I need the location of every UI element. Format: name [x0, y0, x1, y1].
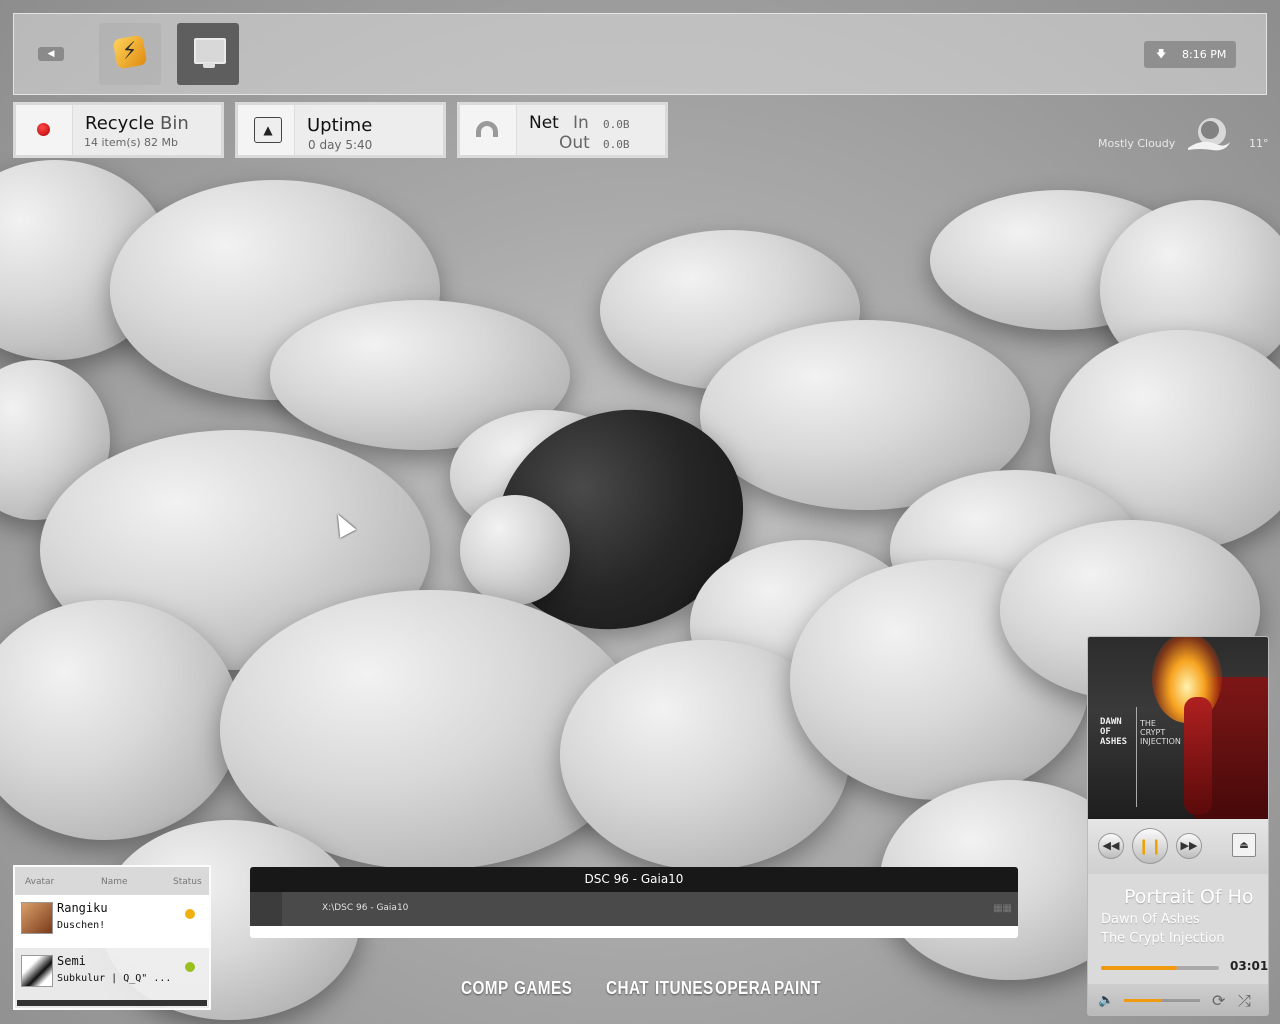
progress-bar[interactable] [1101, 966, 1219, 970]
clock-time: 8:16 PM [1182, 48, 1227, 61]
name-column-header: Name [101, 877, 128, 887]
player-controls: ◀◀ ❙❙ ▶▶ ⏏ [1088, 819, 1268, 874]
contact-name: Rangiku [57, 901, 108, 915]
album-art-band-text: DAWN OF ASHES [1100, 717, 1128, 747]
track-info: Portrait Of Ho Dawn Of Ashes The Crypt I… [1088, 874, 1268, 984]
uptime-side-panel: ▲ [238, 105, 295, 155]
shuffle-icon[interactable]: ⤮ [1238, 991, 1251, 1011]
player-bottom-bar: 🔈 ⟳ ⤮ [1088, 984, 1268, 1015]
artist-name: Dawn Of Ashes [1101, 912, 1200, 927]
my-computer-launcher[interactable] [177, 23, 239, 85]
recycle-size: 82 Mb [144, 136, 178, 149]
network-widget: Net In Out 0.0B 0.0B [457, 102, 668, 158]
volume-slider[interactable] [1124, 999, 1200, 1002]
explorer-title[interactable]: DSC 96 - Gaia10 [250, 867, 1018, 892]
monitor-stand-icon [203, 63, 215, 68]
recycle-bin-widget[interactable]: Recycle Bin 14 item(s) 82 Mb [13, 102, 224, 158]
elapsed-time: 03:01 [1230, 959, 1269, 973]
album-title: The Crypt Injection [1101, 931, 1225, 946]
top-dock: ◀ ⚡ 🡇 8:16 PM [13, 13, 1267, 95]
next-track-button[interactable]: ▶▶ [1176, 833, 1202, 859]
winamp-launcher[interactable]: ⚡ [99, 23, 161, 85]
launch-opera[interactable]: OPERA [715, 978, 772, 999]
previous-track-button[interactable]: ◀◀ [1098, 833, 1124, 859]
progress-fill [1101, 966, 1177, 970]
contact-message: Duschen! [57, 920, 106, 931]
launch-games[interactable]: GAMES [514, 978, 572, 999]
explorer-body: X:\DSC 96 - Gaia10 ▦▦ [250, 892, 1018, 926]
uptime-title: Uptime [307, 115, 373, 136]
contacts-header: Avatar Name Status [15, 867, 209, 895]
song-title: Portrait Of Ho [1124, 886, 1254, 908]
back-arrow-button[interactable]: ◀ [38, 47, 64, 61]
pause-button[interactable]: ❙❙ [1132, 828, 1168, 864]
bin-title-word: Bin [160, 113, 189, 134]
explorer-path[interactable]: X:\DSC 96 - Gaia10 [322, 903, 408, 913]
album-art-title-text: THE CRYPT INJECTION [1140, 719, 1181, 746]
record-dot-icon [37, 123, 50, 136]
status-indicator [185, 962, 195, 972]
net-out-value: 0.0B [603, 138, 630, 151]
uptime-widget: ▲ Uptime 0 day 5:40 [235, 102, 446, 158]
monitor-icon [194, 38, 226, 64]
download-arrow-icon: 🡇 [1156, 49, 1167, 60]
net-out-label: Out [559, 133, 590, 153]
clock-button[interactable]: 🡇 8:16 PM [1144, 41, 1236, 68]
cloudy-weather-icon [1188, 118, 1230, 151]
avatar [21, 902, 53, 934]
recycle-bin-title: Recycle Bin [85, 113, 189, 134]
contact-message: Subkulur | Q_Q" ... [57, 973, 172, 984]
contacts-widget: Avatar Name Status Rangiku Duschen! Semi… [13, 865, 211, 1010]
net-side-panel [460, 105, 517, 155]
status-column-header: Status [173, 877, 202, 887]
launch-comp[interactable]: COMP [461, 978, 509, 999]
net-in-label: In [573, 113, 589, 133]
launch-itunes[interactable]: ITUNES [655, 978, 714, 999]
avatar [21, 955, 53, 987]
launch-paint[interactable]: PAINT [774, 978, 821, 999]
recycle-item-count: 14 item(s) [84, 136, 141, 149]
repeat-icon[interactable]: ⟳ [1212, 991, 1225, 1010]
contacts-scrollbar[interactable] [17, 1000, 207, 1006]
grip-icon[interactable]: ▦▦ [993, 903, 1012, 914]
explorer-footer [250, 926, 1018, 938]
recycle-side-panel [16, 105, 73, 155]
explorer-window: DSC 96 - Gaia10 X:\DSC 96 - Gaia10 ▦▦ [250, 867, 1018, 938]
explorer-nav-pane[interactable] [250, 892, 282, 926]
recycle-title-word: Recycle [85, 113, 155, 134]
avatar-column-header: Avatar [25, 877, 55, 887]
contact-row[interactable]: Semi Subkulur | Q_Q" ... [15, 948, 209, 1001]
contact-name: Semi [57, 954, 86, 968]
volume-fill [1124, 999, 1162, 1002]
eject-button[interactable]: ⏏ [1232, 833, 1256, 857]
weather-temperature: 11° [1249, 137, 1269, 150]
weather-condition: Mostly Cloudy [1098, 137, 1176, 150]
volume-icon[interactable]: 🔈 [1098, 993, 1114, 1008]
net-in-value: 0.0B [603, 118, 630, 131]
contact-row[interactable]: Rangiku Duschen! [15, 895, 209, 948]
music-player: DAWN OF ASHES THE CRYPT INJECTION ◀◀ ❙❙ ▶▶ ⏏… [1087, 636, 1269, 1016]
uptime-value: 0 day 5:40 [308, 138, 373, 152]
up-arrow-icon: ▲ [254, 117, 282, 143]
winamp-icon: ⚡ [112, 34, 148, 70]
net-title: Net [529, 113, 559, 133]
album-art: DAWN OF ASHES THE CRYPT INJECTION [1088, 637, 1268, 819]
launch-chat[interactable]: CHAT [606, 978, 649, 999]
signal-arch-icon [476, 121, 498, 137]
status-indicator [185, 909, 195, 919]
